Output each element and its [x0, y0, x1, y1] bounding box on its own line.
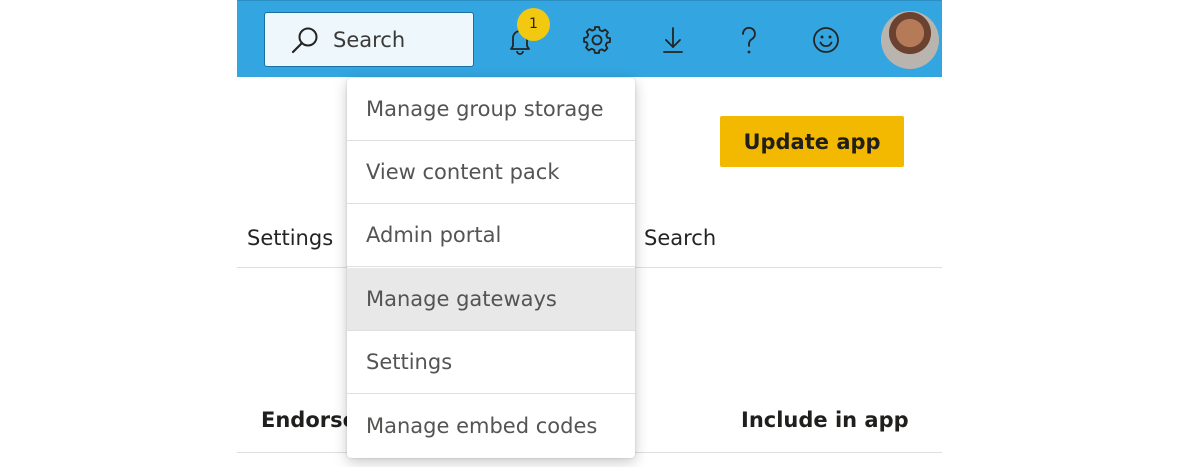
download-button[interactable] — [655, 22, 691, 58]
download-icon — [663, 27, 683, 53]
search-icon — [291, 27, 318, 54]
menu-item-view-content-pack[interactable]: View content pack — [347, 141, 635, 204]
gear-icon — [583, 26, 611, 54]
help-button[interactable] — [731, 22, 767, 58]
top-navigation-bar: Search 1 — [237, 0, 942, 77]
menu-item-manage-gateways[interactable]: Manage gateways — [347, 268, 635, 331]
search-placeholder: Search — [333, 28, 406, 52]
notification-count-badge: 1 — [517, 8, 550, 41]
user-avatar[interactable] — [881, 11, 939, 69]
search-box[interactable]: Search — [264, 12, 474, 67]
menu-item-manage-embed-codes[interactable]: Manage embed codes — [347, 395, 635, 458]
menu-item-settings[interactable]: Settings — [347, 331, 635, 394]
help-icon — [742, 26, 756, 54]
column-header-include-in-app: Include in app — [741, 408, 909, 432]
tab-settings[interactable]: Settings — [247, 226, 333, 250]
settings-dropdown-menu: Manage group storage View content pack A… — [347, 78, 635, 458]
tab-search[interactable]: Search — [644, 226, 716, 250]
menu-item-admin-portal[interactable]: Admin portal — [347, 204, 635, 267]
smiley-feedback-icon — [813, 27, 839, 53]
settings-button[interactable] — [579, 22, 615, 58]
feedback-button[interactable] — [808, 22, 844, 58]
menu-item-manage-group-storage[interactable]: Manage group storage — [347, 78, 635, 141]
update-app-button[interactable]: Update app — [720, 116, 904, 167]
